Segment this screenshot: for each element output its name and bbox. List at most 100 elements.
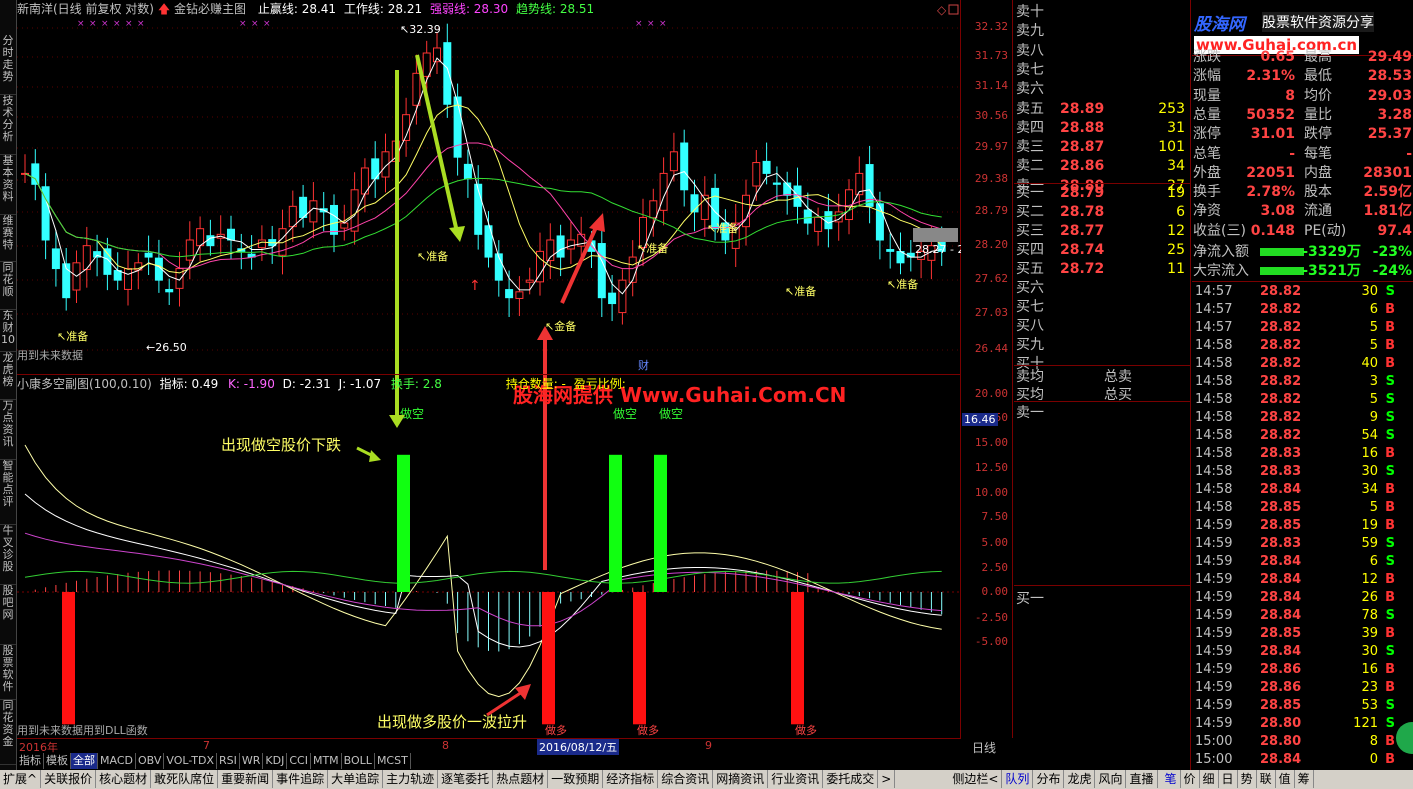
indicator-tab[interactable]: CCI bbox=[287, 753, 311, 769]
sell-row[interactable]: 卖二 28.86 34 bbox=[1014, 157, 1191, 175]
indicator-tab[interactable]: RSI bbox=[217, 753, 240, 769]
indicator-tab[interactable]: MCST bbox=[375, 753, 411, 769]
tick-flag: B bbox=[1385, 500, 1395, 515]
bottom-tab[interactable]: 一致预期 bbox=[548, 770, 604, 788]
bottom-tab[interactable]: 网摘资讯 bbox=[713, 770, 769, 788]
indicator-tab[interactable]: MACD bbox=[98, 753, 136, 769]
bottom-tab[interactable]: 敢死队席位 bbox=[151, 770, 219, 788]
buy-row[interactable]: 买八 bbox=[1014, 317, 1191, 335]
bottom-tab[interactable]: 直播 bbox=[1126, 770, 1158, 788]
buy-row[interactable]: 买六 bbox=[1014, 279, 1191, 297]
tick-volume: 19 bbox=[1361, 518, 1378, 533]
bottom-tab[interactable]: 队列 bbox=[1002, 770, 1034, 788]
bottom-tab[interactable]: 委托成交 bbox=[823, 770, 879, 788]
bottom-tab[interactable]: 行业资讯 bbox=[768, 770, 824, 788]
period-label[interactable]: 日线 bbox=[972, 739, 996, 756]
buy-row[interactable]: 买三 28.77 12 bbox=[1014, 222, 1191, 240]
bottom-tab[interactable]: 大单追踪 bbox=[328, 770, 384, 788]
indicator-tab[interactable]: 全部 bbox=[71, 753, 98, 769]
bottom-tab[interactable]: 热点题材 bbox=[493, 770, 549, 788]
buy-row[interactable]: 买九 bbox=[1014, 336, 1191, 354]
sidebar-item-0[interactable]: 分时走势 bbox=[0, 35, 16, 95]
bottom-tab[interactable]: 筹 bbox=[1295, 770, 1314, 788]
candle-body bbox=[556, 235, 565, 258]
bottom-tab[interactable]: 经济指标 bbox=[603, 770, 659, 788]
buy-row[interactable]: 买四 28.74 25 bbox=[1014, 241, 1191, 259]
chart-canvas[interactable]: × × × × × × × × × × × × ◇ 28.27 - 2 ↖32.39 ←26.50 用到未来数… bbox=[17, 0, 961, 738]
sidebar-item-12[interactable]: 同花资金 bbox=[0, 700, 16, 765]
bottom-tab[interactable]: 细 bbox=[1200, 770, 1219, 788]
bottom-tab[interactable]: 核心题材 bbox=[96, 770, 152, 788]
sidebar-item-6[interactable]: 龙虎榜 bbox=[0, 352, 16, 400]
bottom-tab[interactable]: 主力轨迹 bbox=[383, 770, 439, 788]
tick-volume: 53 bbox=[1361, 698, 1378, 713]
bottom-tab[interactable]: > bbox=[878, 770, 896, 788]
buy-row[interactable]: 买二 28.78 6 bbox=[1014, 203, 1191, 221]
bottom-tab[interactable]: 重要新闻 bbox=[218, 770, 274, 788]
sell-row[interactable]: 卖七 bbox=[1014, 61, 1191, 79]
indicator-tab[interactable]: OBV bbox=[136, 753, 165, 769]
indicator-tab[interactable]: BOLL bbox=[342, 753, 375, 769]
sidebar-item-7[interactable]: 万点资讯 bbox=[0, 400, 16, 460]
sell-label: 卖九 bbox=[1016, 23, 1044, 40]
bottom-tab[interactable]: 龙虎 bbox=[1064, 770, 1096, 788]
bottom-tab[interactable]: 值 bbox=[1276, 770, 1295, 788]
indicator-tab[interactable]: VOL-TDX bbox=[164, 753, 217, 769]
sell-row[interactable]: 卖五 28.89 253 bbox=[1014, 100, 1191, 118]
sidebar-item-4[interactable]: 同花顺 bbox=[0, 262, 16, 310]
quote-value: 2.31% bbox=[1246, 68, 1295, 85]
sidebar-item-10[interactable]: 股吧网 bbox=[0, 585, 16, 645]
signal-bar bbox=[609, 454, 622, 592]
sell-row[interactable]: 卖九 bbox=[1014, 22, 1191, 40]
bottom-tab[interactable]: 笔 bbox=[1162, 770, 1181, 788]
buy-label: 买三 bbox=[1016, 223, 1044, 239]
indicator-tab[interactable]: WR bbox=[240, 753, 264, 769]
tick-price: 28.84 bbox=[1260, 752, 1302, 767]
indicator-tab[interactable]: KDJ bbox=[263, 753, 288, 769]
sell-row[interactable]: 卖四 28.88 31 bbox=[1014, 119, 1191, 137]
tick-time: 14:58 bbox=[1195, 374, 1233, 389]
indicator-tick: -5.00 bbox=[974, 635, 1008, 648]
tick-row: 14:57 28.82 6 B bbox=[1192, 301, 1413, 319]
sell-row[interactable]: 卖十 bbox=[1014, 3, 1191, 21]
bottom-tab[interactable]: 分布 bbox=[1033, 770, 1065, 788]
sidebar-item-3[interactable]: 维赛特 bbox=[0, 215, 16, 262]
buy-row[interactable]: 买七 bbox=[1014, 298, 1191, 316]
bottom-tab[interactable]: 逐笔委托 bbox=[438, 770, 494, 788]
sell-row[interactable]: 卖八 bbox=[1014, 42, 1191, 60]
price-tick: 31.73 bbox=[974, 49, 1008, 62]
candle-body bbox=[618, 279, 627, 314]
sidebar-item-8[interactable]: 智能点评 bbox=[0, 460, 16, 525]
tick-price: 28.85 bbox=[1260, 626, 1302, 641]
sidebar-item-5[interactable]: 东财10 bbox=[0, 310, 16, 352]
money-flow-value: -3329万 bbox=[1302, 244, 1361, 260]
bottom-tab[interactable]: 价 bbox=[1181, 770, 1200, 788]
sidebar-item-11[interactable]: 股票软件 bbox=[0, 645, 16, 700]
indicator-tab[interactable]: 模板 bbox=[44, 753, 71, 769]
sidebar-item-1[interactable]: 技术分析 bbox=[0, 95, 16, 155]
sell-row[interactable]: 卖三 28.87 101 bbox=[1014, 138, 1191, 156]
indicator-name[interactable]: 小康多空副图(100,0.10) bbox=[17, 377, 152, 391]
bottom-tab[interactable]: 联 bbox=[1257, 770, 1276, 788]
sell-row[interactable]: 卖六 bbox=[1014, 80, 1191, 98]
sell-label: 卖八 bbox=[1016, 42, 1044, 59]
buy-row[interactable]: 买一 28.79 19 bbox=[1014, 184, 1191, 202]
sidebar-item-2[interactable]: 基本资料 bbox=[0, 155, 16, 215]
bottom-tab[interactable]: 侧边栏< bbox=[949, 770, 1003, 788]
tick-row: 14:59 28.85 53 S bbox=[1192, 697, 1413, 715]
bottom-tab[interactable]: 扩展^ bbox=[0, 770, 42, 788]
indicator-current-value: 16.46 bbox=[962, 413, 998, 426]
bottom-tab[interactable]: 综合资讯 bbox=[658, 770, 714, 788]
bottom-tab[interactable]: 关联报价 bbox=[41, 770, 97, 788]
quote-label: 总量 bbox=[1193, 106, 1221, 123]
bottom-tab[interactable]: 风向 bbox=[1095, 770, 1127, 788]
indicator-tab[interactable]: MTM bbox=[311, 753, 342, 769]
bottom-tab[interactable]: 势 bbox=[1238, 770, 1257, 788]
tick-flag: S bbox=[1385, 536, 1395, 551]
indicator-tab[interactable]: 指标 bbox=[17, 753, 44, 769]
sidebar-item-9[interactable]: 牛叉诊股 bbox=[0, 525, 16, 585]
buy-row[interactable]: 买五 28.72 11 bbox=[1014, 260, 1191, 278]
signal-bar bbox=[791, 592, 804, 725]
bottom-tab[interactable]: 日 bbox=[1219, 770, 1238, 788]
bottom-tab[interactable]: 事件追踪 bbox=[273, 770, 329, 788]
